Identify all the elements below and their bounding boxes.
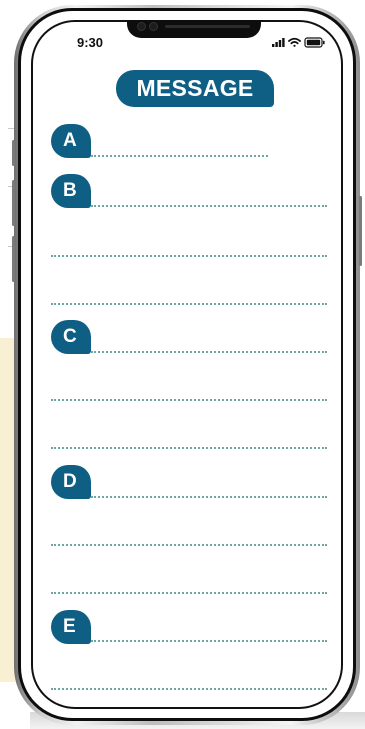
volume-up-button: [12, 180, 15, 226]
battery-icon: [304, 37, 325, 48]
section-badge-b: B: [51, 174, 91, 208]
answer-line-d-3[interactable]: [51, 592, 327, 594]
status-time: 9:30: [77, 35, 104, 50]
mute-switch: [12, 140, 15, 166]
answer-line-c-3[interactable]: [51, 447, 327, 449]
page-title: MESSAGE: [116, 70, 274, 107]
answer-line-c-1[interactable]: [91, 351, 327, 353]
section-badge-c: C: [51, 320, 91, 354]
section-badge-a: A: [51, 124, 91, 158]
answer-line-c-2[interactable]: [51, 399, 327, 401]
wifi-icon: [288, 37, 301, 47]
power-button: [359, 196, 362, 266]
section-badge-d: D: [51, 465, 91, 499]
answer-line-a-1[interactable]: [91, 155, 268, 157]
canvas: 9:30 MESSAGE A B C D E: [0, 0, 365, 729]
speaker-grille-icon: [165, 25, 250, 28]
status-icons: [272, 37, 325, 48]
answer-line-b-1[interactable]: [91, 205, 327, 207]
answer-line-d-1[interactable]: [91, 496, 327, 498]
section-badge-e: E: [51, 610, 91, 644]
front-camera-icon: [149, 22, 158, 31]
answer-line-b-2[interactable]: [51, 255, 327, 257]
answer-line-e-2[interactable]: [51, 688, 327, 690]
answer-line-e-1[interactable]: [91, 640, 327, 642]
answer-line-b-3[interactable]: [51, 303, 327, 305]
volume-down-button: [12, 236, 15, 282]
front-camera-icon: [137, 22, 146, 31]
notch: [127, 20, 261, 38]
phone-screen: [31, 20, 343, 709]
answer-line-d-2[interactable]: [51, 544, 327, 546]
signal-icon: [272, 38, 285, 47]
